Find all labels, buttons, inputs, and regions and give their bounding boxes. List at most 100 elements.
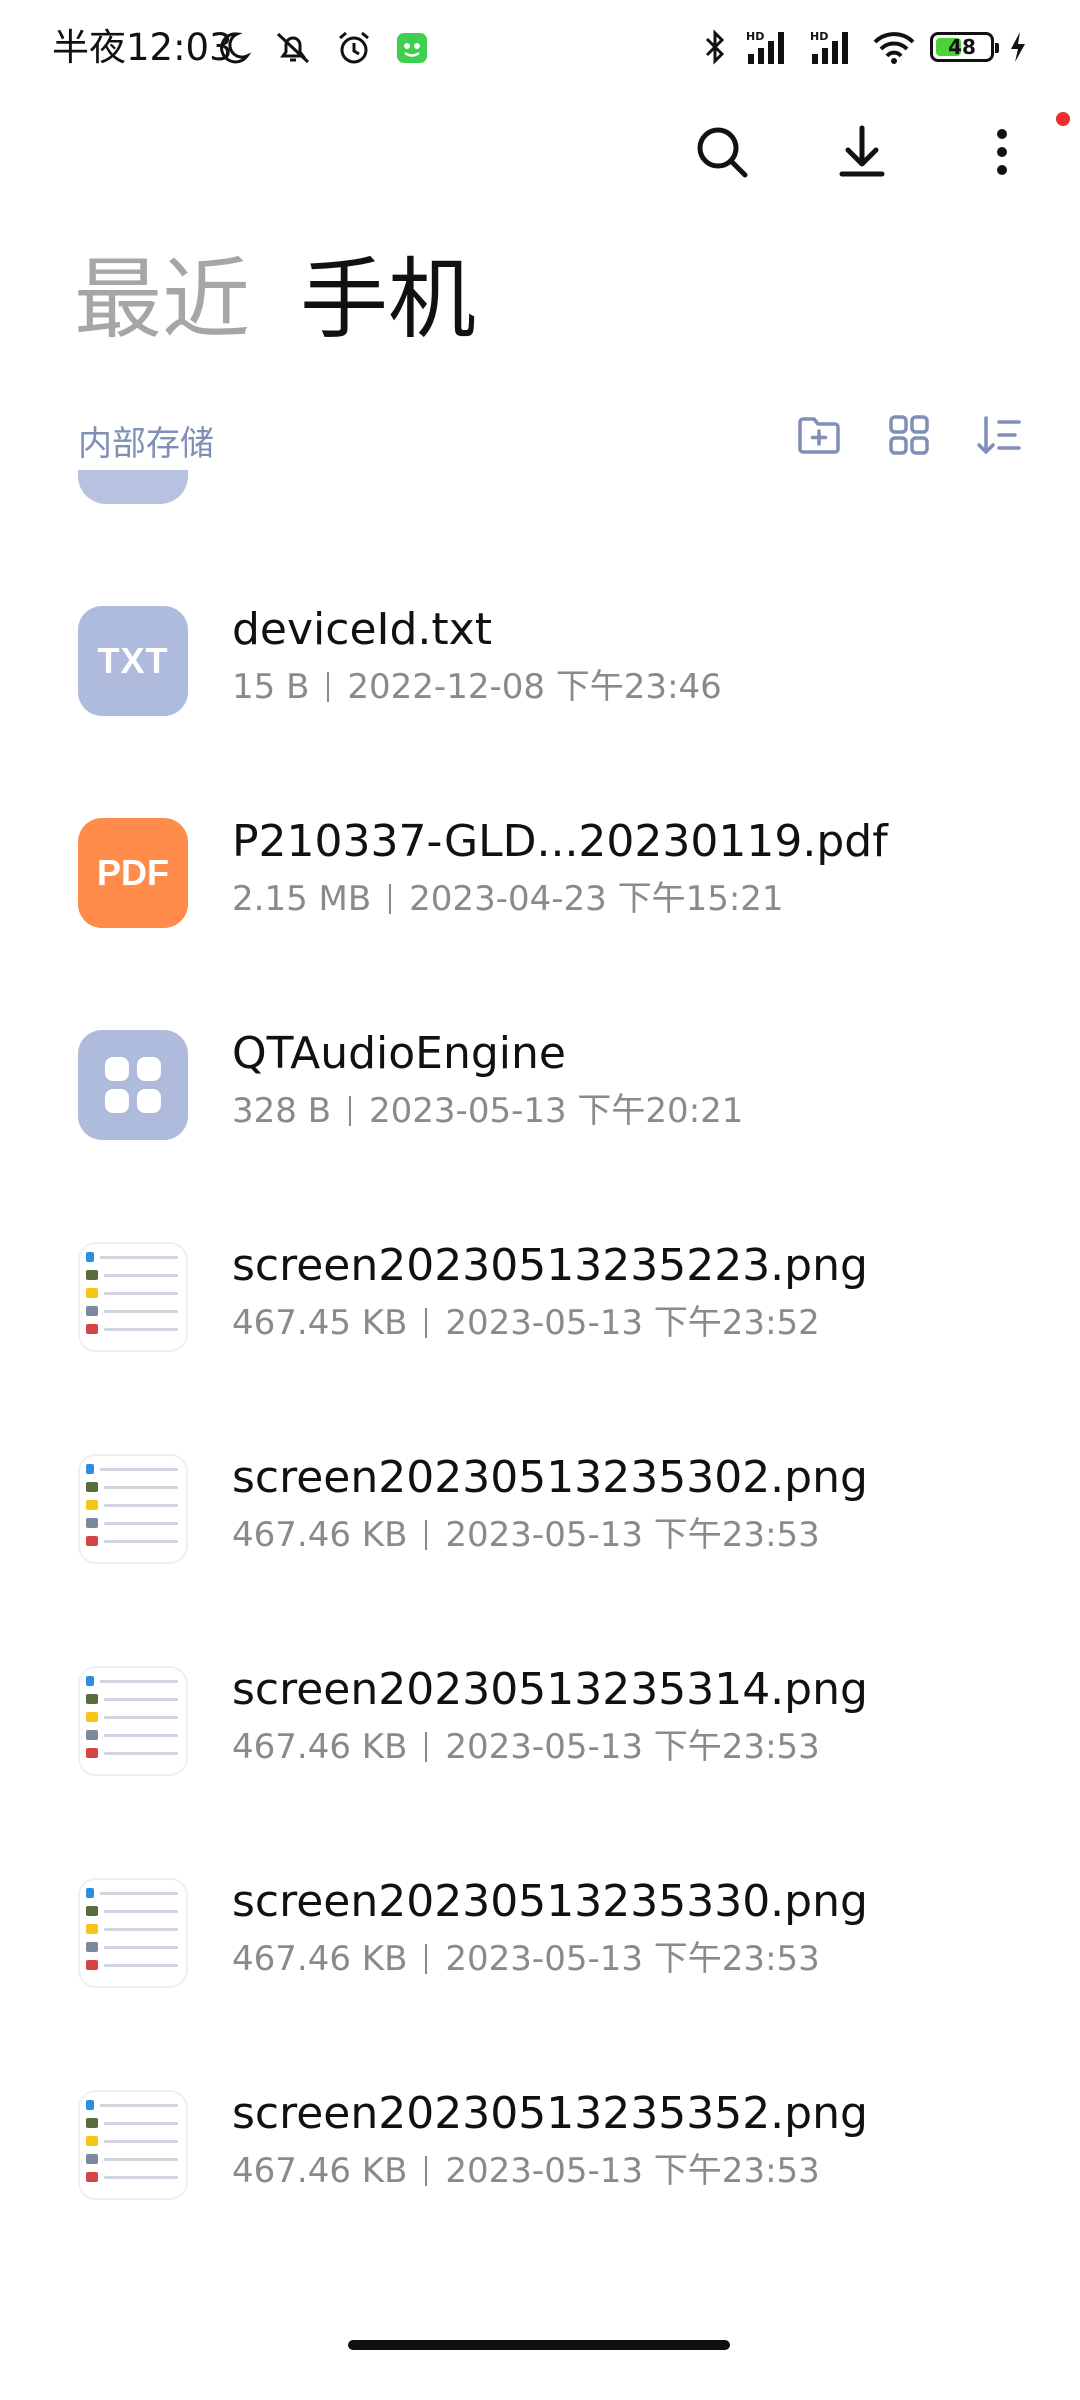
thumb-row xyxy=(86,1960,178,1970)
thumb-row xyxy=(86,1464,178,1474)
home-indicator[interactable] xyxy=(348,2340,730,2350)
thumb-row xyxy=(86,1694,178,1704)
more-button[interactable] xyxy=(966,118,1038,190)
file-name: deviceId.txt xyxy=(232,604,492,655)
file-size: 467.45 KB xyxy=(232,1303,408,1343)
file-date: 2023-05-13 下午23:53 xyxy=(445,1939,820,1979)
meta-separator xyxy=(425,1308,428,1338)
list-item[interactable]: screen20230513235302.png 467.46 KB 2023-0… xyxy=(0,1408,1080,1620)
thumb-row xyxy=(86,1712,178,1722)
list-item[interactable]: screen20230513235352.png 467.46 KB 2023-0… xyxy=(0,2044,1080,2256)
moon-icon xyxy=(215,30,251,66)
notification-dot xyxy=(1056,112,1070,126)
battery-level-text: 48 xyxy=(948,35,976,59)
meta-separator xyxy=(425,1944,428,1974)
list-item[interactable]: screen20230513235314.png 467.46 KB 2023-0… xyxy=(0,1620,1080,1832)
grid-view-button[interactable] xyxy=(880,408,938,466)
thumb-row xyxy=(86,1482,178,1492)
wifi-icon xyxy=(872,28,916,66)
thumb-row xyxy=(86,2136,178,2146)
file-size: 328 B xyxy=(232,1091,332,1131)
image-thumbnail-icon xyxy=(78,1666,188,1776)
thumb-row xyxy=(86,1252,178,1262)
file-size: 467.46 KB xyxy=(232,1727,408,1767)
thumb-row xyxy=(86,2154,178,2164)
file-date: 2023-04-23 下午15:21 xyxy=(409,879,784,919)
meta-separator xyxy=(349,1096,352,1126)
file-name: screen20230513235352.png xyxy=(232,2088,868,2139)
more-icon xyxy=(994,126,1010,182)
sort-button[interactable] xyxy=(970,408,1028,466)
list-item[interactable]: QTAudioEngine 328 B 2023-05-13 下午20:21 xyxy=(0,984,1080,1196)
list-item[interactable]: screen20230513235330.png 467.46 KB 2023-0… xyxy=(0,1832,1080,2044)
thumb-row xyxy=(86,1288,178,1298)
meta-separator xyxy=(327,672,330,702)
status-bar: 半夜12:03 HD HD 48 xyxy=(0,0,1080,100)
tab-recent[interactable]: 最近 xyxy=(74,250,250,350)
new-folder-icon xyxy=(796,414,842,460)
file-meta: 467.46 KB 2023-05-13 下午23:53 xyxy=(232,1936,820,1982)
meta-separator xyxy=(389,884,392,914)
file-name: screen20230513235223.png xyxy=(232,1240,868,1291)
breadcrumb[interactable]: 内部存储 xyxy=(78,416,214,465)
thumb-row xyxy=(86,1324,178,1334)
txt-file-icon: TXT xyxy=(78,606,188,716)
file-name: screen20230513235330.png xyxy=(232,1876,868,1927)
bell-off-icon xyxy=(273,28,313,68)
svg-text:HD: HD xyxy=(810,30,828,43)
file-meta: 328 B 2023-05-13 下午20:21 xyxy=(232,1088,743,1134)
thumb-row xyxy=(86,1270,178,1280)
partial-file-icon xyxy=(78,470,188,504)
new-folder-button[interactable] xyxy=(790,408,848,466)
pdf-file-icon: PDF xyxy=(78,818,188,928)
thumb-row xyxy=(86,1676,178,1686)
file-name: screen20230513235302.png xyxy=(232,1452,868,1503)
bluetooth-icon xyxy=(700,28,730,66)
file-meta: 467.46 KB 2023-05-13 下午23:53 xyxy=(232,1724,820,1770)
list-item[interactable]: PDF P210337-GLD...20230119.pdf 2.15 MB 20… xyxy=(0,772,1080,984)
image-thumbnail-icon xyxy=(78,1454,188,1564)
thumb-row xyxy=(86,1906,178,1916)
signal-hd-icon: HD xyxy=(744,28,794,66)
file-size: 15 B xyxy=(232,667,310,707)
thumb-row xyxy=(86,1500,178,1510)
download-button[interactable] xyxy=(826,118,898,190)
top-actions xyxy=(680,118,1080,190)
thumb-row xyxy=(86,1536,178,1546)
file-size: 467.46 KB xyxy=(232,1939,408,1979)
file-meta: 15 B 2022-12-08 下午23:46 xyxy=(232,664,722,710)
svg-text:HD: HD xyxy=(746,30,764,43)
file-name: P210337-GLD...20230119.pdf xyxy=(232,816,888,867)
battery-icon: 48 xyxy=(930,32,999,62)
file-size: 2.15 MB xyxy=(232,879,372,919)
status-time: 半夜12:03 xyxy=(52,26,233,69)
thumb-row xyxy=(86,2172,178,2182)
list-item[interactable]: TXT deviceId.txt 15 B 2022-12-08 下午23:46 xyxy=(0,560,1080,772)
file-meta: 467.46 KB 2023-05-13 下午23:53 xyxy=(232,1512,820,1558)
file-date: 2022-12-08 下午23:46 xyxy=(347,667,722,707)
meta-separator xyxy=(425,1520,428,1550)
signal-hd-icon: HD xyxy=(808,28,858,66)
tab-phone[interactable]: 手机 xyxy=(300,250,476,350)
file-meta: 467.46 KB 2023-05-13 下午23:53 xyxy=(232,2148,820,2194)
list-item[interactable]: screen20230513235223.png 467.45 KB 2023-0… xyxy=(0,1196,1080,1408)
thumb-row xyxy=(86,1942,178,1952)
status-left-icons xyxy=(215,28,429,68)
thumb-row xyxy=(86,1748,178,1758)
file-date: 2023-05-13 下午23:53 xyxy=(445,1727,820,1767)
meta-separator xyxy=(425,1732,428,1762)
search-button[interactable] xyxy=(686,118,758,190)
file-name: screen20230513235314.png xyxy=(232,1664,868,1715)
thumb-row xyxy=(86,1888,178,1898)
sort-icon xyxy=(976,414,1022,460)
thumb-row xyxy=(86,2118,178,2128)
alarm-icon xyxy=(335,29,373,67)
file-size: 467.46 KB xyxy=(232,1515,408,1555)
file-date: 2023-05-13 下午20:21 xyxy=(369,1091,744,1131)
grid-view-icon xyxy=(888,414,930,460)
file-date: 2023-05-13 下午23:53 xyxy=(445,2151,820,2191)
location-row: 内部存储 xyxy=(0,408,1080,468)
charging-icon xyxy=(1008,30,1028,64)
image-thumbnail-icon xyxy=(78,2090,188,2200)
app-notify-icon xyxy=(395,31,429,65)
